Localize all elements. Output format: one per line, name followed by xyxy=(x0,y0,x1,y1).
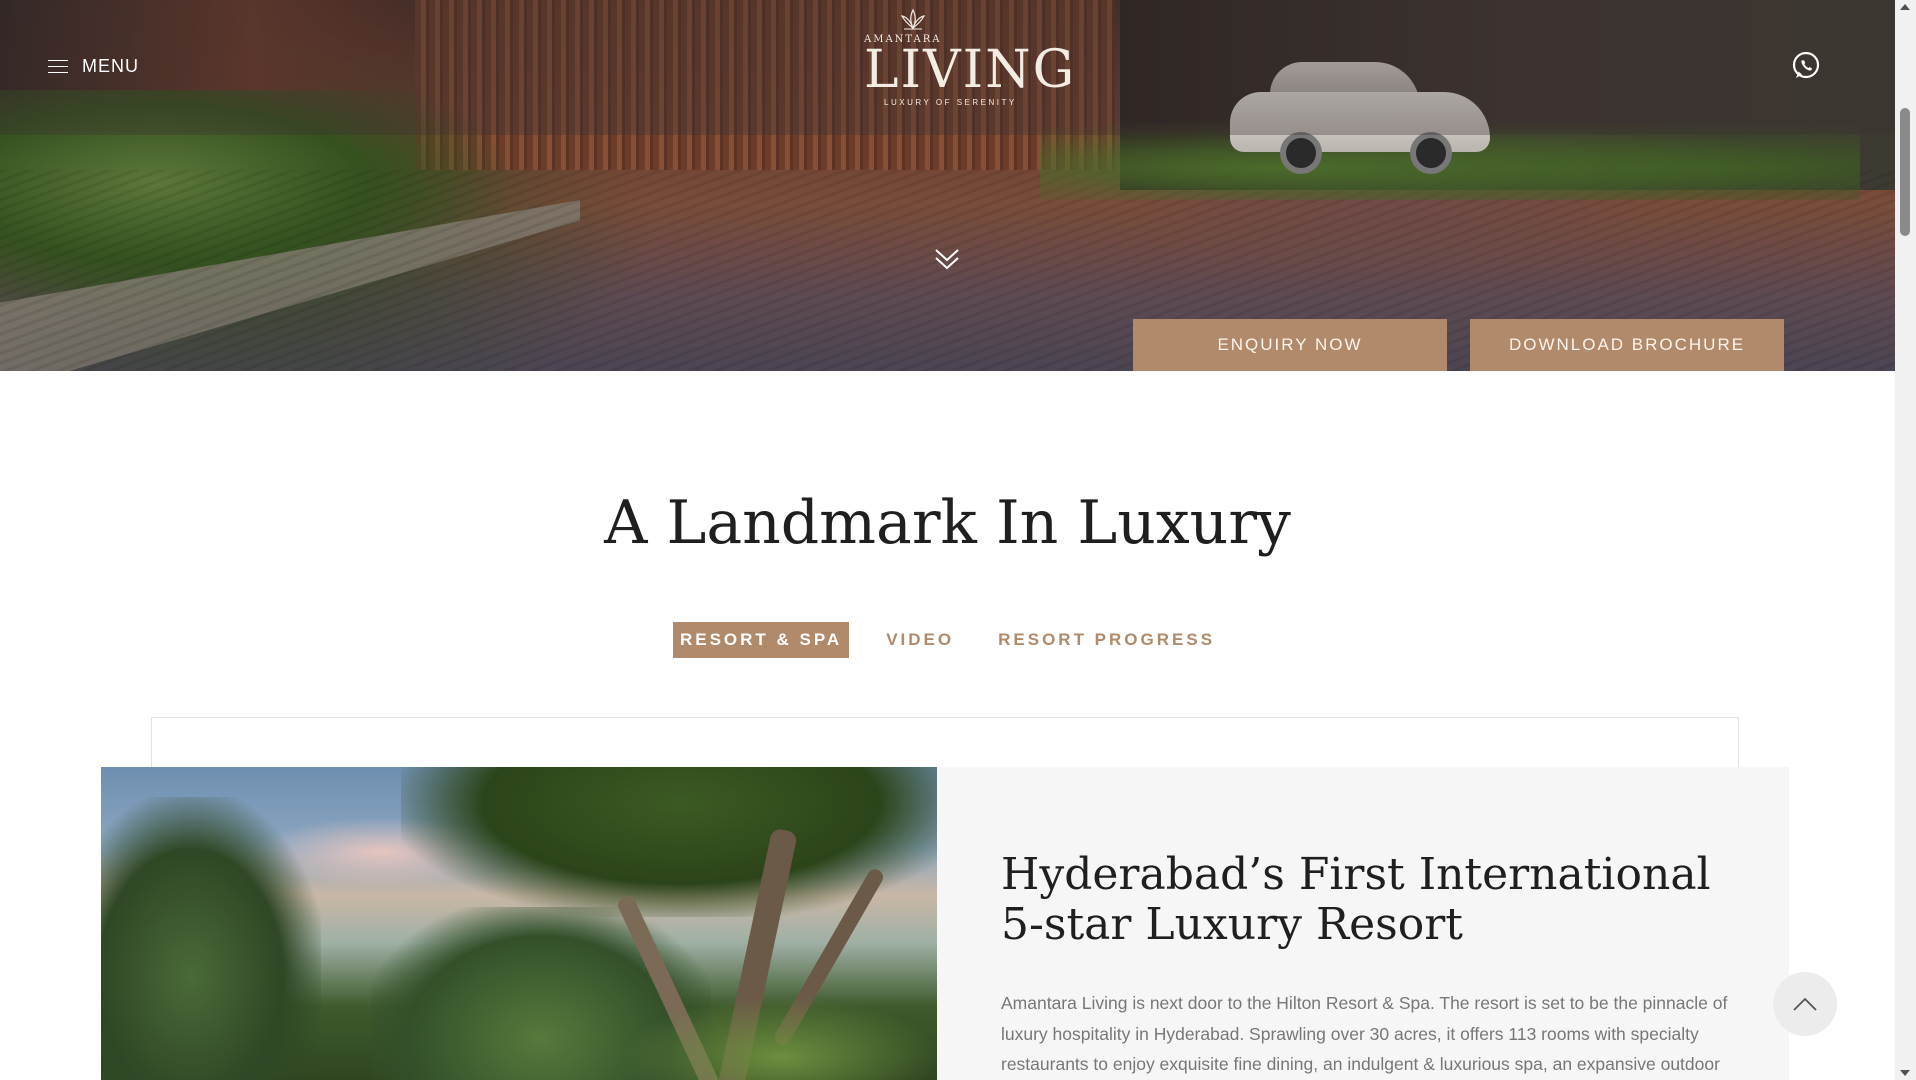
resort-photo xyxy=(101,767,937,1080)
double-chevron-down-icon[interactable] xyxy=(934,246,960,272)
menu-button[interactable]: MENU xyxy=(48,56,139,77)
hamburger-icon xyxy=(48,59,68,74)
feature-description: Amantara Living is next door to the Hilt… xyxy=(1001,993,1728,1074)
back-to-top-button[interactable] xyxy=(1773,972,1837,1036)
tab-resort-spa[interactable]: RESORT & SPA xyxy=(672,622,850,658)
section-title: A Landmark In Luxury xyxy=(604,488,1291,558)
lotus-icon xyxy=(900,8,926,30)
chevron-up-icon xyxy=(1793,997,1817,1011)
logo-brand-main: LIVING xyxy=(864,40,1077,100)
menu-label: MENU xyxy=(82,56,139,76)
site-logo[interactable]: AMANTARA LIVING LUXURY OF SERENITY xyxy=(856,6,1074,110)
section-tabs: RESORT & SPA VIDEO RESORT PROGRESS xyxy=(0,622,1895,658)
scrollbar-thumb[interactable] xyxy=(1900,108,1910,236)
feature-title: Hyderabad’s First International 5-star L… xyxy=(1001,849,1711,950)
tab-video[interactable]: VIDEO xyxy=(879,622,961,658)
logo-tagline: LUXURY OF SERENITY xyxy=(884,98,1017,107)
whatsapp-icon[interactable] xyxy=(1790,50,1822,82)
page-scrollbar[interactable] xyxy=(1895,0,1916,1080)
scroll-up-arrow-icon[interactable] xyxy=(1900,4,1910,10)
download-brochure-button[interactable]: DOWNLOAD BROCHURE xyxy=(1470,319,1784,371)
tab-resort-progress[interactable]: RESORT PROGRESS xyxy=(991,622,1222,658)
enquiry-now-button[interactable]: ENQUIRY NOW xyxy=(1133,319,1447,371)
scroll-down-arrow-icon[interactable] xyxy=(1900,1070,1910,1076)
